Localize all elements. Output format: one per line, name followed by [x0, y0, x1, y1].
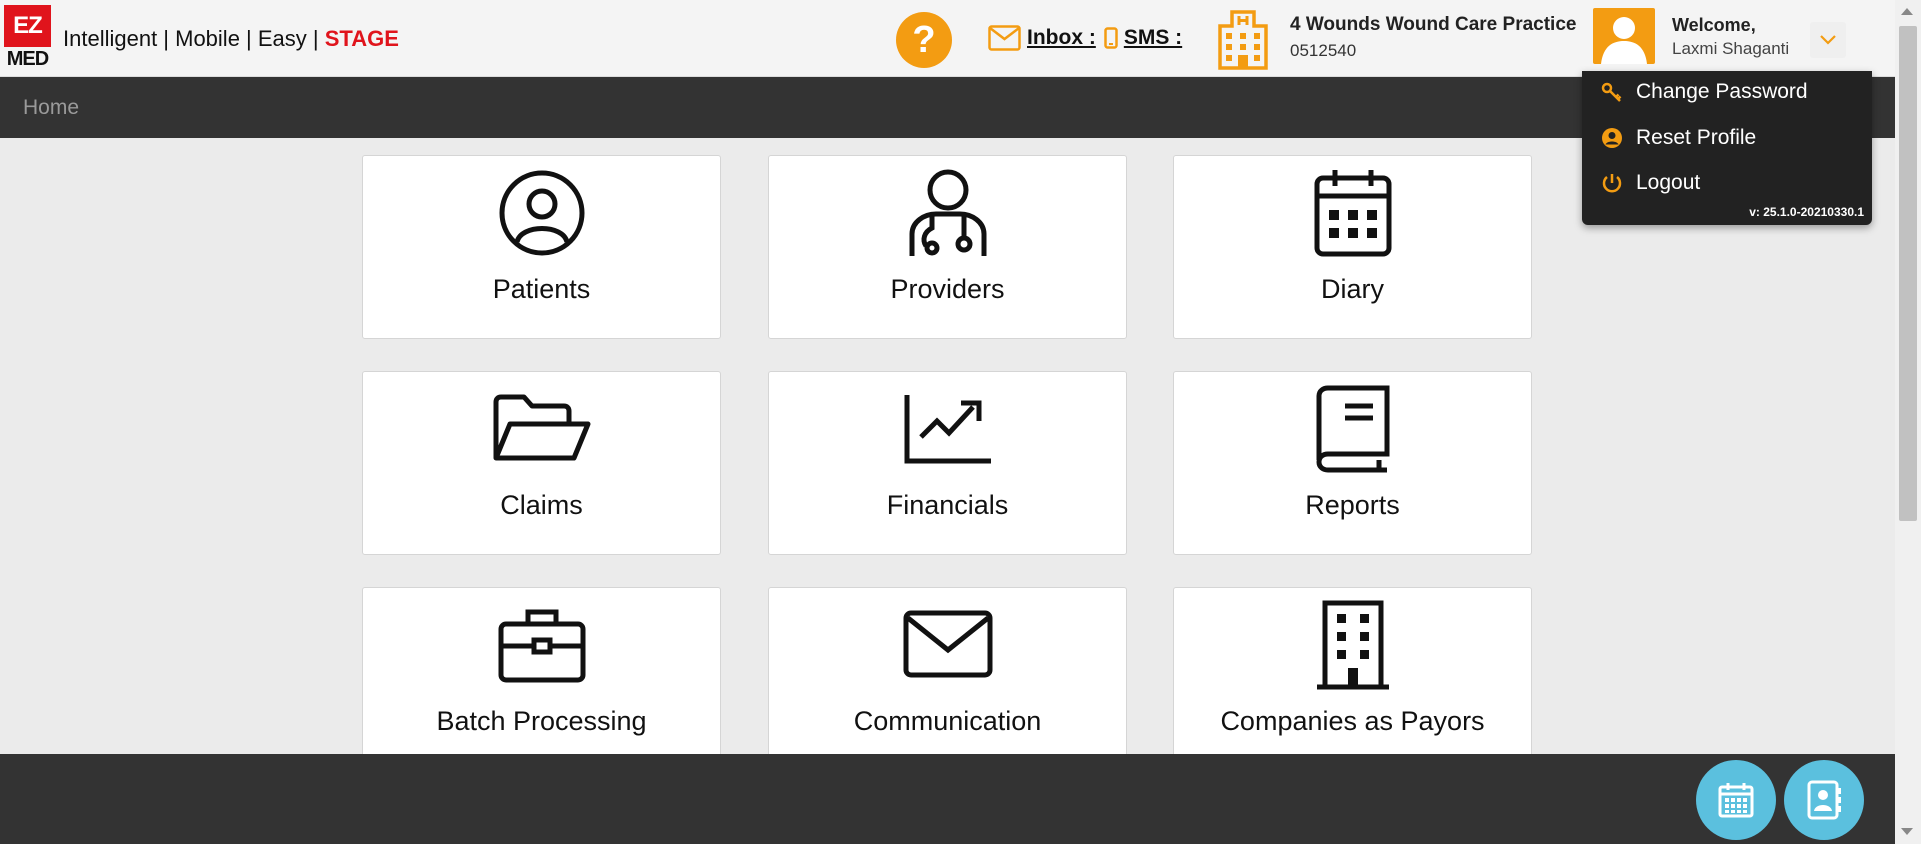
welcome-label: Welcome, [1672, 15, 1756, 35]
scroll-down-arrow[interactable] [1901, 828, 1913, 835]
tile-diary[interactable]: Diary [1173, 155, 1532, 339]
user-name: Laxmi Shaganti [1672, 39, 1790, 58]
user-dropdown-menu: Change Password Reset Profile Logout v: … [1582, 71, 1872, 225]
sms-link[interactable]: SMS : [1124, 26, 1182, 50]
tagline: Intelligent | Mobile | Easy | STAGE [63, 26, 399, 52]
tile-label: Claims [500, 490, 583, 520]
menu-item-label: Logout [1636, 171, 1701, 194]
practice-code: 0512540 [1290, 41, 1357, 60]
avatar [1593, 8, 1655, 64]
tile-financials[interactable]: Financials [768, 371, 1127, 555]
key-icon [1600, 80, 1624, 104]
practice-info: 4 Wounds Wound Care Practice 0512540 [1290, 14, 1576, 61]
menu-item-label: Reset Profile [1636, 126, 1757, 149]
mobile-icon [1104, 27, 1118, 49]
tile-label: Financials [886, 490, 1009, 520]
tile-label: Patients [492, 274, 591, 304]
tile-batch-processing[interactable]: Batch Processing [362, 587, 721, 771]
building-icon [1174, 598, 1531, 692]
practice-name: 4 Wounds Wound Care Practice [1290, 14, 1577, 35]
tile-providers[interactable]: Providers [768, 155, 1127, 339]
breadcrumb-home[interactable]: Home [23, 96, 79, 120]
tile-label: Diary [1320, 274, 1384, 304]
help-button[interactable]: ? [896, 12, 952, 68]
question-icon: ? [912, 19, 936, 61]
tile-claims[interactable]: Claims [362, 371, 721, 555]
menu-item-logout[interactable]: Logout [1600, 165, 1700, 201]
logo-bottom: MED [6, 48, 49, 70]
menu-item-label: Change Password [1636, 80, 1808, 103]
contacts-button[interactable] [1784, 760, 1864, 840]
user-menu-toggle[interactable]: Welcome, Laxmi Shaganti [1582, 0, 1872, 71]
folder-open-icon [363, 382, 720, 476]
contacts-book-icon [1805, 780, 1843, 820]
tile-companies-as-payors[interactable]: Companies as Payors [1173, 587, 1532, 771]
envelope-icon [769, 598, 1126, 692]
menu-item-change-password[interactable]: Change Password [1600, 74, 1808, 110]
calendar-icon [1174, 166, 1531, 260]
tile-patients[interactable]: Patients [362, 155, 721, 339]
calendar-button[interactable] [1696, 760, 1776, 840]
scroll-up-arrow[interactable] [1901, 8, 1913, 15]
chart-line-icon [769, 382, 1126, 476]
logo-top: EZ [4, 5, 51, 47]
doctor-icon [769, 166, 1126, 260]
chevron-down-icon[interactable] [1810, 22, 1846, 58]
tile-label: Communication [853, 706, 1042, 736]
environment-badge: STAGE [324, 26, 399, 51]
envelope-icon [988, 25, 1021, 51]
version-label: v: 25.1.0-20210330.1 [1749, 205, 1864, 219]
messages-area: Inbox : SMS : [988, 20, 1182, 56]
tile-label: Providers [890, 274, 1005, 304]
scrollbar-thumb[interactable] [1899, 26, 1917, 521]
ezmed-logo[interactable]: EZ MED [4, 5, 51, 71]
tile-communication[interactable]: Communication [768, 587, 1127, 771]
menu-item-reset-profile[interactable]: Reset Profile [1600, 120, 1756, 156]
tile-reports[interactable]: Reports [1173, 371, 1532, 555]
user-circle-icon [363, 166, 720, 260]
tagline-text: Intelligent | Mobile | Easy | [63, 26, 325, 51]
tile-label: Companies as Payors [1220, 706, 1485, 736]
book-icon [1174, 382, 1531, 476]
tile-label: Batch Processing [436, 706, 647, 736]
briefcase-icon [363, 598, 720, 692]
tile-label: Reports [1305, 490, 1400, 520]
inbox-link[interactable]: Inbox : [1027, 26, 1096, 50]
hospital-icon [1217, 8, 1269, 70]
calendar-icon [1717, 781, 1755, 819]
footer-bar [0, 754, 1895, 844]
power-icon [1600, 171, 1624, 195]
user-circle-icon [1600, 126, 1624, 150]
